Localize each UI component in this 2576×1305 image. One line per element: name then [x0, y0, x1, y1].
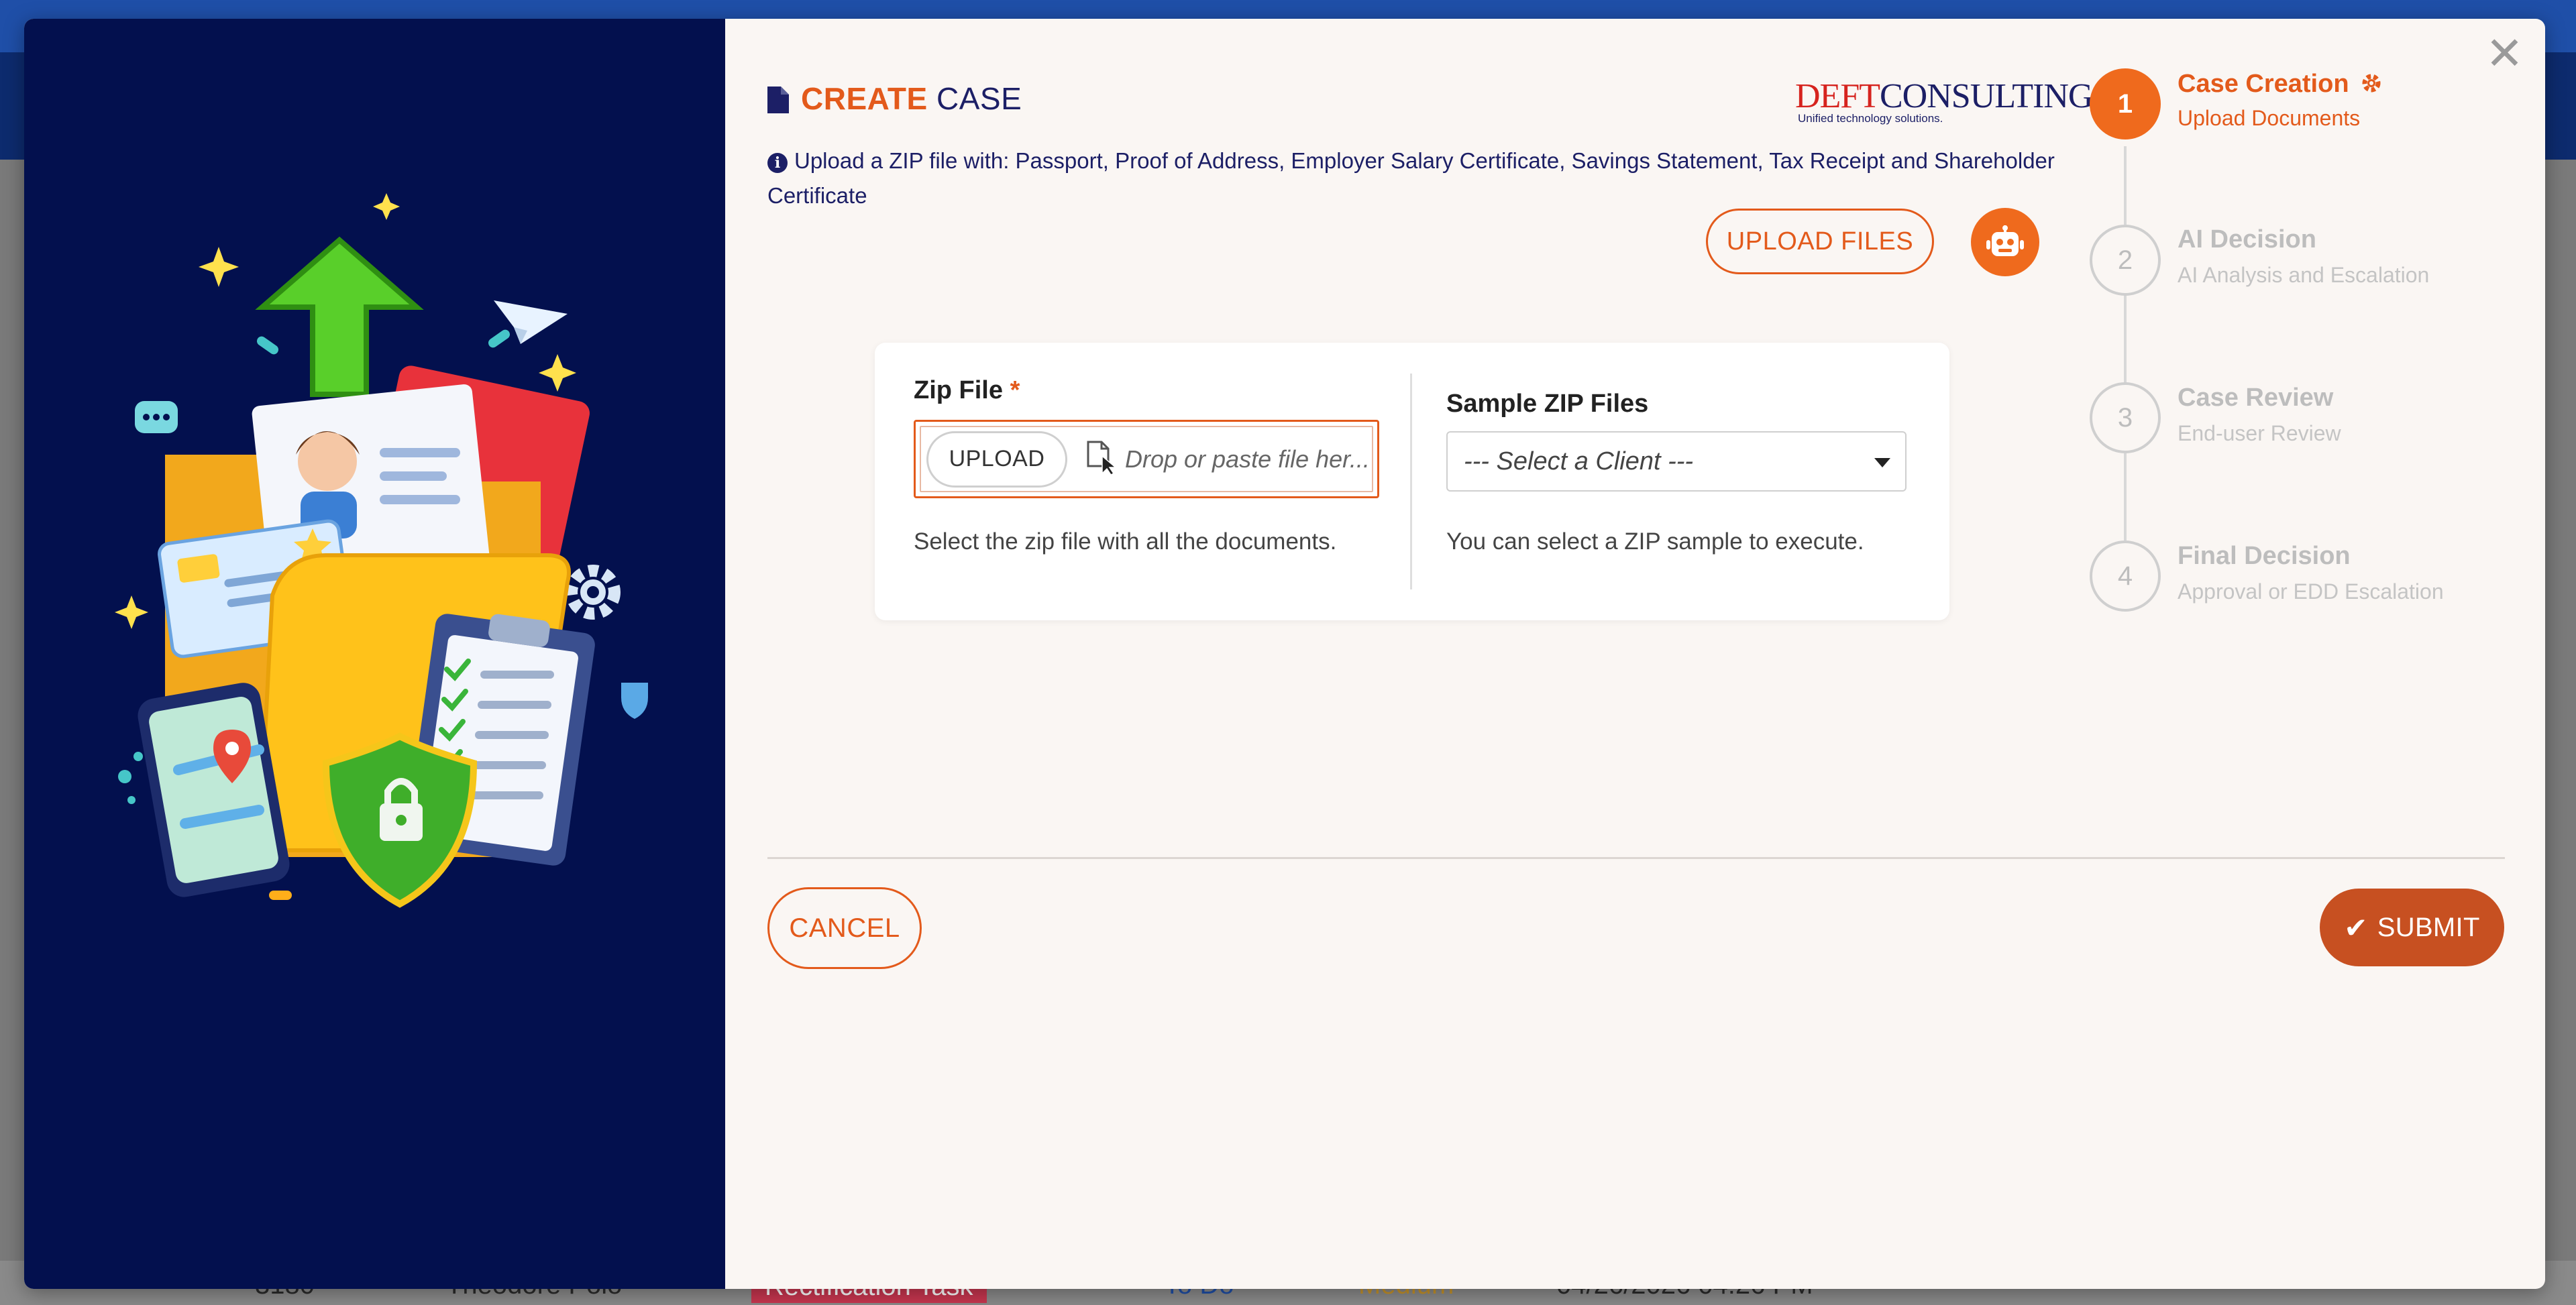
assistant-bot-button[interactable] [1971, 208, 2039, 276]
check-icon: ✔ [2344, 911, 2368, 944]
title-case: CASE [936, 81, 1022, 116]
upload-files-button[interactable]: UPLOAD FILES [1706, 209, 1934, 274]
logo-part-2: CONSULTING [1880, 77, 2093, 115]
create-case-modal: ✕ CREATE CASE DEFTCONSULTING Unified tec… [24, 19, 2545, 1289]
step-1-subtitle: Upload Documents [2178, 106, 2361, 130]
zip-file-dropzone[interactable]: UPLOAD Drop or paste file her... [914, 420, 1379, 498]
client-select[interactable]: --- Select a Client --- [1446, 431, 1907, 492]
upload-instructions: i Upload a ZIP file with: Passport, Proof… [767, 144, 2082, 213]
illustration-panel [24, 19, 725, 1289]
logo-part-1: DEFT [1795, 77, 1880, 115]
stepper-line [2124, 146, 2127, 609]
zip-file-label: Zip File * [914, 376, 1020, 405]
gear-icon [2362, 74, 2381, 93]
close-icon[interactable]: ✕ [2485, 31, 2524, 76]
robot-icon [1986, 225, 2024, 256]
step-4-circle: 4 [2090, 541, 2161, 612]
upload-documents-illustration [115, 193, 648, 908]
required-mark: * [1010, 376, 1020, 404]
step-1-title: Case Creation [2178, 70, 2383, 99]
modal-title: CREATE CASE [767, 80, 1022, 121]
step-3-subtitle: End-user Review [2178, 421, 2341, 445]
step-2-title: AI Decision [2178, 225, 2316, 253]
upload-button[interactable]: UPLOAD [926, 431, 1067, 488]
step-3-title: Case Review [2178, 384, 2334, 412]
upload-form-card: Zip File * UPLOAD Drop or paste file her… [875, 343, 1949, 620]
submit-button[interactable]: ✔ SUBMIT [2320, 889, 2504, 966]
upload-instructions-text: Upload a ZIP file with: Passport, Proof … [767, 148, 2055, 208]
step-1-circle: 1 [2090, 68, 2161, 139]
document-icon [767, 84, 789, 121]
sample-zip-hint: You can select a ZIP sample to execute. [1446, 528, 1864, 555]
step-4-subtitle: Approval or EDD Escalation [2178, 579, 2444, 604]
card-divider [1410, 374, 1412, 589]
footer-divider [767, 857, 2505, 859]
step-4-title: Final Decision [2178, 542, 2351, 570]
submit-label: SUBMIT [2377, 912, 2480, 942]
title-create: CREATE [801, 81, 928, 116]
cancel-button[interactable]: CANCEL [767, 887, 922, 969]
step-2-subtitle: AI Analysis and Escalation [2178, 263, 2430, 287]
step-1-title-text: Case Creation [2178, 70, 2349, 98]
company-logo: DEFTCONSULTING Unified technology soluti… [1795, 76, 2093, 125]
dropzone-placeholder: Drop or paste file her... [1125, 445, 1370, 473]
step-3-circle: 3 [2090, 382, 2161, 453]
client-select-value: --- Select a Client --- [1464, 447, 1694, 475]
sample-zip-label: Sample ZIP Files [1446, 390, 1649, 418]
file-drop-icon [1086, 440, 1118, 478]
info-icon: i [767, 153, 788, 173]
step-2-circle: 2 [2090, 225, 2161, 296]
zip-file-hint: Select the zip file with all the documen… [914, 528, 1337, 555]
zip-file-label-text: Zip File [914, 376, 1003, 404]
chevron-down-icon [1874, 458, 1890, 467]
